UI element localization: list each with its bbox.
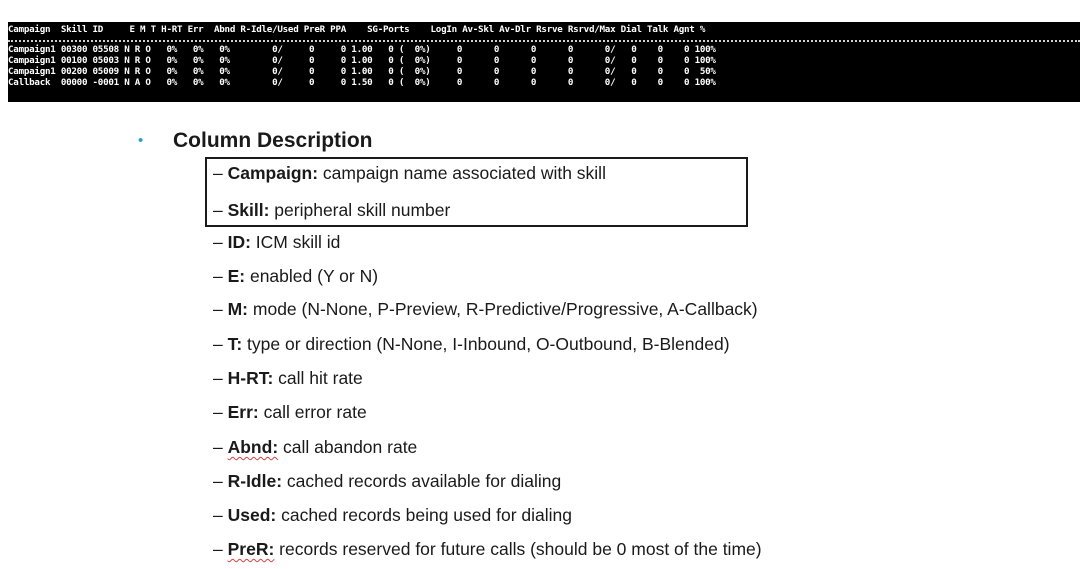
- section-heading: Column Description: [173, 129, 373, 152]
- terminal-separator: [8, 40, 1080, 42]
- item-desc: peripheral skill number: [269, 200, 451, 220]
- description-item-err: – Err: call error rate: [213, 401, 367, 423]
- item-dash: –: [213, 471, 228, 491]
- item-desc: call abandon rate: [278, 437, 418, 457]
- item-term: ID:: [227, 232, 251, 252]
- item-term: Used:: [227, 505, 277, 525]
- terminal-data-row: Campaign1 00300 05508 N R O 0% 0% 0% 0/ …: [8, 44, 716, 55]
- item-term: PreR:: [227, 539, 275, 559]
- item-term: Campaign:: [227, 163, 319, 183]
- description-item-skill: – Skill: peripheral skill number: [213, 199, 450, 221]
- item-term: T:: [227, 334, 243, 354]
- description-item-t: – T: type or direction (N-None, I-Inboun…: [213, 333, 730, 355]
- item-term: Skill:: [227, 200, 270, 220]
- item-desc: records reserved for future calls (shoul…: [274, 539, 762, 559]
- item-dash: –: [213, 232, 228, 252]
- item-desc: campaign name associated with skill: [318, 163, 606, 183]
- description-item-m: – M: mode (N-None, P-Preview, R-Predicti…: [213, 298, 758, 320]
- item-dash: –: [213, 200, 228, 220]
- item-term: Abnd:: [227, 437, 279, 457]
- item-desc: mode (N-None, P-Preview, R-Predictive/Pr…: [248, 299, 758, 319]
- description-item-h-rt: – H-RT: call hit rate: [213, 367, 363, 389]
- item-term: H-RT:: [227, 368, 274, 388]
- item-dash: –: [213, 299, 228, 319]
- description-item-abnd: – Abnd: call abandon rate: [213, 436, 417, 458]
- terminal-output: Campaign Skill ID E M T H-RT Err Abnd R-…: [8, 22, 1080, 102]
- description-item-r-idle: – R-Idle: cached records available for d…: [213, 470, 561, 492]
- description-item-campaign: – Campaign: campaign name associated wit…: [213, 162, 606, 184]
- item-desc: type or direction (N-None, I-Inbound, O-…: [242, 334, 730, 354]
- description-item-used: – Used: cached records being used for di…: [213, 504, 572, 526]
- description-item-e: – E: enabled (Y or N): [213, 265, 378, 287]
- item-dash: –: [213, 402, 228, 422]
- description-item-prer: – PreR: records reserved for future call…: [213, 538, 762, 560]
- item-dash: –: [213, 334, 228, 354]
- item-dash: –: [213, 539, 228, 559]
- terminal-header-row: Campaign Skill ID E M T H-RT Err Abnd R-…: [8, 24, 706, 35]
- item-desc: cached records available for dialing: [282, 471, 562, 491]
- item-dash: –: [213, 505, 228, 525]
- item-dash: –: [213, 163, 228, 183]
- item-desc: call error rate: [258, 402, 367, 422]
- item-desc: ICM skill id: [250, 232, 341, 252]
- item-term: Err:: [227, 402, 259, 422]
- item-desc: call hit rate: [273, 368, 363, 388]
- section-bullet-icon: •: [138, 132, 144, 149]
- item-dash: –: [213, 437, 228, 457]
- item-desc: cached records being used for dialing: [276, 505, 572, 525]
- item-dash: –: [213, 368, 228, 388]
- terminal-data-row: Callback 00000 -0001 N A O 0% 0% 0% 0/ 0…: [8, 77, 716, 88]
- description-item-id: – ID: ICM skill id: [213, 231, 340, 253]
- item-dash: –: [213, 266, 228, 286]
- item-term: E:: [227, 266, 246, 286]
- item-desc: enabled (Y or N): [245, 266, 379, 286]
- terminal-data-row: Campaign1 00100 05003 N R O 0% 0% 0% 0/ …: [8, 55, 716, 66]
- item-term: M:: [227, 299, 249, 319]
- terminal-data-row: Campaign1 00200 05009 N R O 0% 0% 0% 0/ …: [8, 66, 716, 77]
- item-term: R-Idle:: [227, 471, 283, 491]
